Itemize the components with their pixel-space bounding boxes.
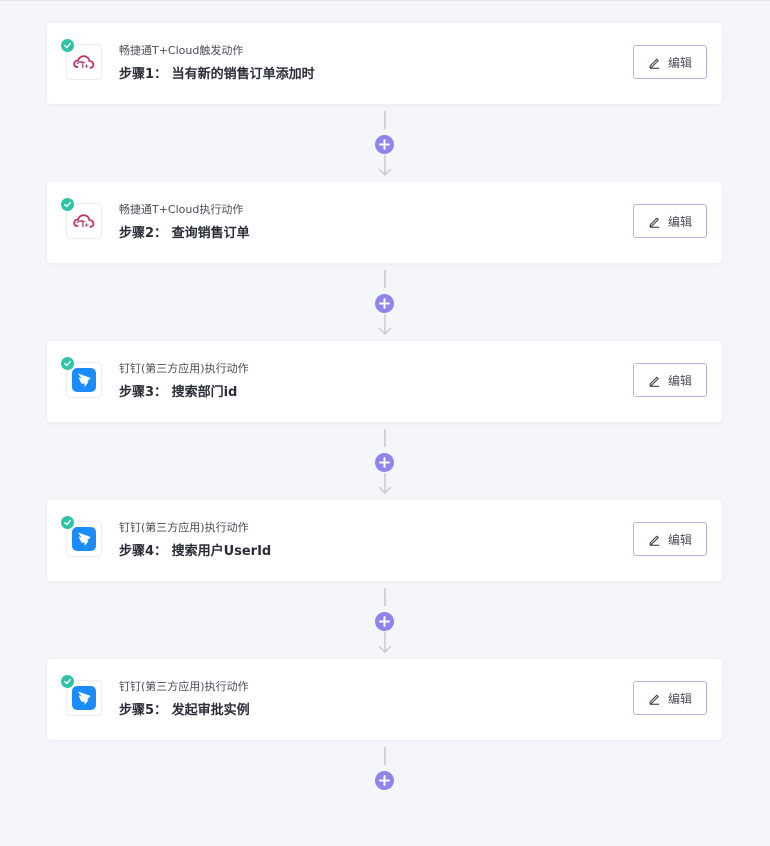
success-check-icon xyxy=(60,515,75,530)
pencil-icon xyxy=(649,535,660,546)
success-check-icon xyxy=(60,38,75,53)
edit-button[interactable]: 编辑 xyxy=(633,204,707,238)
step-subtitle: 钉钉(第三方应用)执行动作 xyxy=(119,521,249,534)
svg-text:+: + xyxy=(85,64,89,71)
edit-button-label: 编辑 xyxy=(667,691,692,706)
arrow-down-icon xyxy=(378,473,392,494)
pencil-icon xyxy=(649,217,660,228)
edit-button[interactable]: 编辑 xyxy=(633,45,707,79)
add-step-button[interactable] xyxy=(375,453,394,472)
connector-line xyxy=(384,270,386,288)
pencil-icon xyxy=(649,694,660,705)
add-step-button[interactable] xyxy=(375,612,394,631)
pencil-icon xyxy=(649,58,660,69)
plus-icon xyxy=(379,775,390,786)
plus-icon xyxy=(379,139,390,150)
edit-button-label: 编辑 xyxy=(667,532,692,547)
step-subtitle: 钉钉(第三方应用)执行动作 xyxy=(119,362,249,375)
success-check-icon xyxy=(60,356,75,371)
connector-line xyxy=(384,747,386,765)
step-connector xyxy=(47,422,722,500)
connector-line xyxy=(384,111,386,129)
step-title: 步骤2： 查询销售订单 xyxy=(119,226,250,241)
edit-button[interactable]: 编辑 xyxy=(633,363,707,397)
step-connector xyxy=(47,104,722,182)
add-step-button[interactable] xyxy=(375,294,394,313)
connector-line xyxy=(384,429,386,447)
edit-button[interactable]: 编辑 xyxy=(633,681,707,715)
step-subtitle: 畅捷通T+Cloud触发动作 xyxy=(119,44,244,57)
edit-button-label: 编辑 xyxy=(667,55,692,70)
step-card-2: T + 畅捷通T+Cloud执行动作 步骤2： 查询销售订单 编辑 xyxy=(47,182,722,263)
step-connector xyxy=(47,581,722,659)
step-card-3: 钉钉(第三方应用)执行动作 步骤3： 搜索部门id 编辑 xyxy=(47,341,722,422)
step-title: 步骤3： 搜索部门id xyxy=(119,385,238,400)
edit-button[interactable]: 编辑 xyxy=(633,522,707,556)
connector-line xyxy=(384,588,386,606)
step-card-1: T + 畅捷通T+Cloud触发动作 步骤1： 当有新的销售订单添加时 编辑 xyxy=(47,23,722,104)
plus-icon xyxy=(379,457,390,468)
pencil-icon xyxy=(649,376,660,387)
arrow-down-icon xyxy=(378,155,392,176)
workflow-steps: T + 畅捷通T+Cloud触发动作 步骤1： 当有新的销售订单添加时 编辑 T… xyxy=(47,23,722,800)
arrow-down-icon xyxy=(378,632,392,653)
step-subtitle: 畅捷通T+Cloud执行动作 xyxy=(119,203,244,216)
edit-button-label: 编辑 xyxy=(667,214,692,229)
success-check-icon xyxy=(60,674,75,689)
success-check-icon xyxy=(60,197,75,212)
arrow-down-icon xyxy=(378,314,392,335)
step-title: 步骤4： 搜索用户UserId xyxy=(119,544,272,559)
step-card-4: 钉钉(第三方应用)执行动作 步骤4： 搜索用户UserId 编辑 xyxy=(47,500,722,581)
step-connector xyxy=(47,263,722,341)
add-step-button[interactable] xyxy=(375,771,394,790)
svg-text:+: + xyxy=(85,223,89,230)
step-card-5: 钉钉(第三方应用)执行动作 步骤5： 发起审批实例 编辑 xyxy=(47,659,722,740)
edit-button-label: 编辑 xyxy=(667,373,692,388)
step-subtitle: 钉钉(第三方应用)执行动作 xyxy=(119,680,249,693)
plus-icon xyxy=(379,616,390,627)
step-title: 步骤1： 当有新的销售订单添加时 xyxy=(119,67,315,82)
end-connector xyxy=(47,740,722,800)
step-title: 步骤5： 发起审批实例 xyxy=(119,703,250,718)
add-step-button[interactable] xyxy=(375,135,394,154)
plus-icon xyxy=(379,298,390,309)
